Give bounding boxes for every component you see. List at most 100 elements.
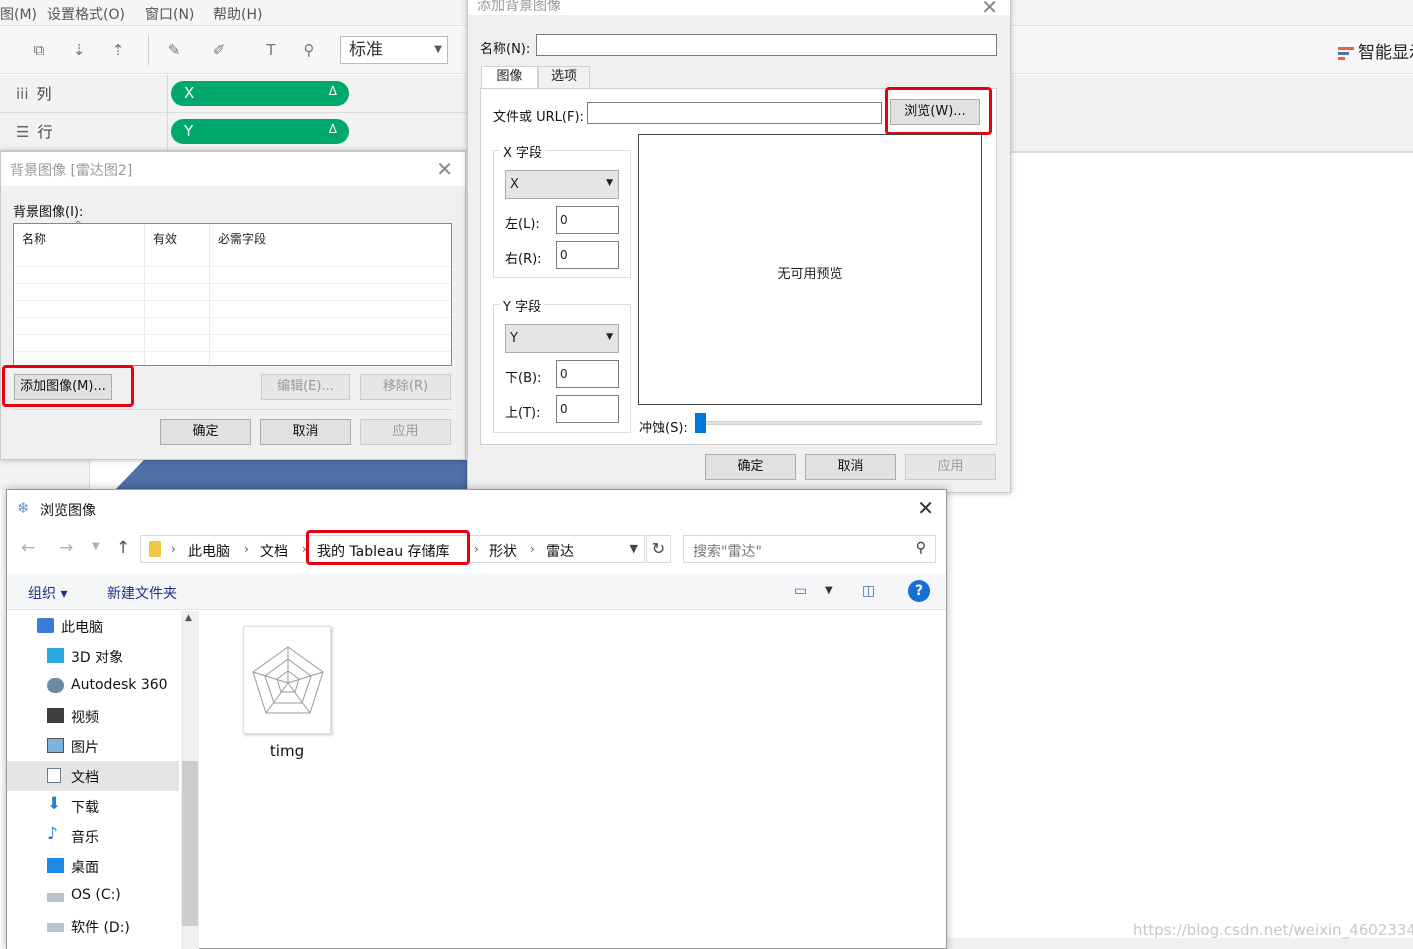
side-panel-strip — [0, 460, 90, 490]
cancel-button[interactable]: 取消 — [260, 419, 351, 445]
row-divider — [14, 334, 451, 335]
navigation-pane: 此电脑 3D 对象 Autodesk 360 视频 图片 文档 ⬇ 下载 ♪ 音乐 … — [7, 611, 199, 949]
x-field-select[interactable]: X ▼ — [505, 170, 619, 199]
menu-format[interactable]: 设置格式(O) — [47, 4, 125, 24]
group-icon[interactable]: ⧉ — [28, 39, 50, 61]
column-header-name[interactable]: 名称 — [22, 230, 46, 247]
menu-help[interactable]: 帮助(H) — [213, 4, 262, 24]
close-icon[interactable]: ✕ — [917, 496, 934, 520]
scroll-up-icon[interactable]: ▲ — [185, 613, 192, 623]
navigation-scrollbar[interactable]: ▲ — [181, 611, 199, 949]
preview-pane-icon[interactable]: ◫ — [862, 583, 875, 599]
tab-image[interactable]: 图像 — [481, 66, 538, 88]
nav-item-label: 文档 — [71, 770, 99, 786]
highlight-icon[interactable]: ✎ — [163, 39, 185, 61]
dialog-title: 添加背景图像 — [468, 0, 1010, 15]
edit-button[interactable]: 编辑(E)... — [261, 374, 350, 400]
nav-item-autodesk-360[interactable]: Autodesk 360 — [7, 671, 179, 701]
nav-item-downloads[interactable]: ⬇ 下载 — [7, 791, 179, 821]
column-header-required-fields[interactable]: 必需字段 — [218, 230, 266, 247]
file-name[interactable]: timg — [243, 742, 331, 760]
y-field-select[interactable]: Y ▼ — [505, 324, 619, 353]
nav-item-drive-d[interactable]: 软件 (D:) — [7, 911, 179, 941]
top-input[interactable]: 0 — [556, 395, 619, 423]
breadcrumb-shapes[interactable]: 形状 — [489, 541, 517, 561]
file-item-timg[interactable] — [243, 626, 331, 734]
right-label: 右(R): — [505, 252, 542, 267]
background-images-list[interactable]: 名称 ^ 有效 必需字段 — [13, 220, 452, 366]
tab-options[interactable]: 选项 — [538, 66, 590, 88]
smart-show-label: 智能显示 — [1358, 43, 1413, 63]
left-input[interactable]: 0 — [556, 206, 619, 234]
view-options-icon[interactable]: ▭ — [794, 583, 807, 599]
radar-chart-icon — [252, 646, 324, 714]
paperclip-icon[interactable]: ✐ — [208, 39, 230, 61]
nav-item-3d-objects[interactable]: 3D 对象 — [7, 641, 179, 671]
desktop-icon — [47, 858, 64, 873]
remove-button[interactable]: 移除(R) — [360, 374, 451, 400]
washout-slider-thumb[interactable] — [695, 413, 706, 433]
mark-type-select[interactable]: 标准 ▼ — [340, 36, 448, 64]
chevron-right-icon: › — [244, 542, 249, 556]
close-icon[interactable]: ✕ — [981, 0, 998, 19]
forward-icon[interactable]: → — [59, 538, 73, 558]
right-input[interactable]: 0 — [556, 241, 619, 269]
nav-item-drive-c[interactable]: OS (C:) — [7, 881, 179, 911]
row-divider — [14, 266, 451, 267]
chevron-down-icon: ▼ — [606, 332, 613, 342]
nav-item-pictures[interactable]: 图片 — [7, 731, 179, 761]
nav-item-videos[interactable]: 视频 — [7, 701, 179, 731]
nav-item-label: 图片 — [71, 740, 99, 756]
apply-button[interactable]: 应用 — [905, 454, 996, 480]
washout-slider[interactable] — [695, 421, 982, 425]
chevron-down-icon[interactable]: ▼ — [825, 585, 833, 596]
breadcrumb-radar[interactable]: 雷达 — [546, 541, 574, 561]
rows-icon: ☰ — [16, 123, 30, 141]
search-input[interactable]: 搜索"雷达" ⚲ — [683, 535, 936, 563]
nav-item-documents[interactable]: 文档 — [7, 761, 179, 791]
scrollbar-thumb[interactable] — [182, 761, 198, 926]
column-header-valid[interactable]: 有效 — [153, 230, 177, 247]
up-icon[interactable]: ↑ — [116, 538, 130, 558]
breadcrumb-this-pc[interactable]: 此电脑 — [188, 541, 230, 561]
refresh-icon[interactable]: ↻ — [646, 535, 671, 563]
cancel-button[interactable]: 取消 — [805, 454, 896, 480]
sort-ascending-icon[interactable]: ⇣ — [68, 39, 90, 61]
nav-item-this-pc[interactable]: 此电脑 — [7, 611, 179, 641]
chevron-down-icon[interactable]: ▼ — [630, 542, 638, 555]
apply-button[interactable]: 应用 — [360, 419, 451, 445]
menu-window[interactable]: 窗口(N) — [145, 4, 194, 24]
new-folder-button[interactable]: 新建文件夹 — [107, 583, 177, 603]
breadcrumb-documents[interactable]: 文档 — [260, 541, 288, 561]
explorer-title: 浏览图像 — [40, 503, 96, 519]
text-label-icon[interactable]: T — [260, 39, 282, 61]
pill-label: Y — [184, 122, 194, 140]
bottom-input[interactable]: 0 — [556, 360, 619, 388]
row-divider — [14, 351, 451, 352]
sort-descending-icon[interactable]: ⇡ — [107, 39, 129, 61]
ok-button[interactable]: 确定 — [160, 419, 251, 445]
pin-icon[interactable]: ⚲ — [298, 39, 320, 61]
y-field-group-title: Y 字段 — [500, 296, 545, 315]
nav-item-music[interactable]: ♪ 音乐 — [7, 821, 179, 851]
file-url-input[interactable] — [587, 102, 882, 124]
nav-item-desktop[interactable]: 桌面 — [7, 851, 179, 881]
back-icon[interactable]: ← — [21, 538, 35, 558]
row-divider — [14, 300, 451, 301]
organize-button[interactable]: 组织 ▾ — [28, 583, 67, 603]
rows-label: 行 — [37, 123, 53, 141]
ok-button[interactable]: 确定 — [705, 454, 796, 480]
smart-show-button[interactable]: 智能显示 — [1338, 38, 1413, 63]
nav-item-label: 下载 — [71, 800, 99, 816]
video-icon — [47, 708, 64, 723]
shelf-right-area — [1010, 75, 1413, 152]
bottom-label: 下(B): — [505, 371, 542, 386]
help-icon[interactable]: ? — [908, 580, 930, 602]
close-icon[interactable]: ✕ — [436, 157, 453, 181]
name-label: 名称(N): — [480, 42, 531, 57]
recent-dropdown-icon[interactable]: ▼ — [92, 541, 100, 552]
menu-map[interactable]: 图(M) — [0, 4, 37, 24]
columns-pill-x[interactable]: XΔ — [171, 81, 349, 106]
rows-pill-y[interactable]: YΔ — [171, 119, 349, 144]
name-input[interactable] — [536, 34, 997, 56]
